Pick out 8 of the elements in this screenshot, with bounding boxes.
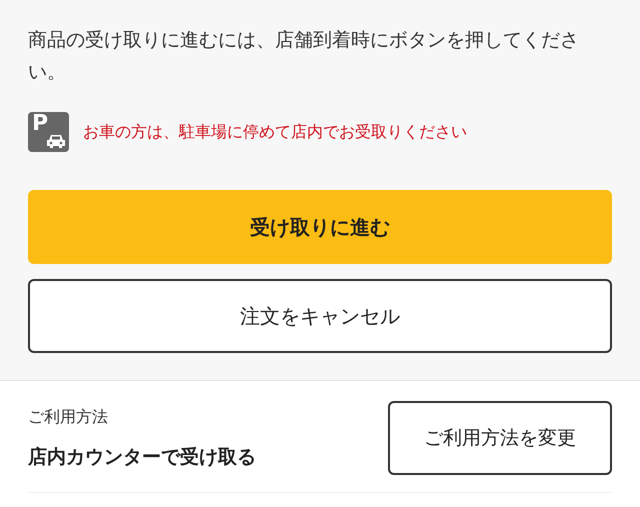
usage-label: ご利用方法	[28, 406, 109, 428]
usage-value: 店内カウンターで受け取る	[28, 444, 256, 470]
instruction-text: 商品の受け取りに進むには、店舗到着時にボタンを押してください。	[28, 28, 580, 85]
cancel-button[interactable]: 注文をキャンセル	[28, 279, 612, 353]
parking-notice: お車の方は、駐車場に停めて店内でお受取りください	[83, 121, 467, 143]
change-usage-button[interactable]: ご利用方法を変更	[388, 401, 612, 475]
proceed-button[interactable]: 受け取りに進む	[28, 190, 612, 264]
parking-icon: P	[28, 112, 69, 152]
